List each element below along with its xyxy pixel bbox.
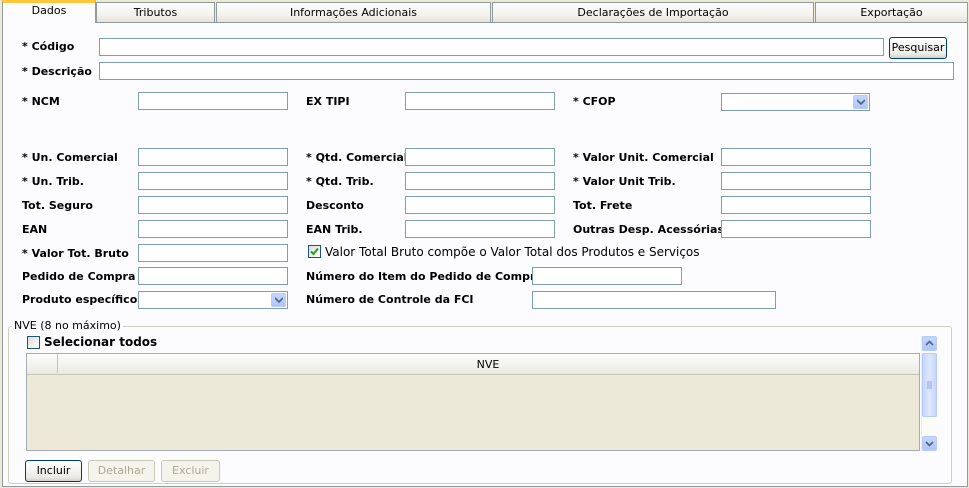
- scroll-up-button[interactable]: [922, 336, 937, 351]
- produto-especifico-label: Produto específico: [22, 293, 138, 306]
- nve-table-header: NVE: [27, 354, 919, 375]
- pesquisar-button[interactable]: Pesquisar: [889, 37, 947, 59]
- valor-unit-comercial-label: * Valor Unit. Comercial: [573, 151, 714, 164]
- numero-item-pedido-field[interactable]: [532, 267, 682, 285]
- valor-tot-bruto-label: * Valor Tot. Bruto: [22, 247, 129, 260]
- descricao-label: * Descrição: [22, 65, 92, 78]
- ncm-label: * NCM: [22, 95, 60, 108]
- chevron-down-icon: [925, 441, 934, 447]
- grip-icon: [927, 381, 932, 389]
- excluir-button[interactable]: Excluir: [161, 460, 220, 482]
- outras-desp-label: Outras Desp. Acessórias: [573, 223, 724, 236]
- ean-trib-field[interactable]: [405, 220, 555, 238]
- un-trib-field[interactable]: [138, 172, 288, 190]
- nve-column-header[interactable]: NVE: [57, 358, 919, 371]
- produto-especifico-select[interactable]: [138, 291, 288, 309]
- codigo-field[interactable]: [99, 38, 884, 56]
- un-comercial-label: * Un. Comercial: [22, 151, 118, 164]
- ncm-field[interactable]: [138, 92, 288, 110]
- cfop-select[interactable]: [721, 93, 870, 111]
- un-trib-label: * Un. Trib.: [22, 175, 84, 188]
- cfop-label: * CFOP: [573, 95, 616, 108]
- pedido-compra-label: Pedido de Compra: [22, 270, 136, 283]
- scroll-thumb[interactable]: [922, 353, 937, 417]
- tot-seguro-field[interactable]: [138, 196, 288, 214]
- ean-trib-label: EAN Trib.: [306, 223, 363, 236]
- row-header-cell: [27, 354, 58, 373]
- qtd-comercial-field[interactable]: [405, 148, 555, 166]
- detalhar-button[interactable]: Detalhar: [88, 460, 155, 482]
- valor-unit-trib-field[interactable]: [721, 172, 871, 190]
- un-comercial-field[interactable]: [138, 148, 288, 166]
- compoe-total-label[interactable]: Valor Total Bruto compõe o Valor Total d…: [325, 245, 700, 259]
- compoe-total-checkbox[interactable]: [308, 245, 321, 258]
- nve-table[interactable]: NVE: [26, 353, 920, 451]
- qtd-trib-label: * Qtd. Trib.: [306, 175, 374, 188]
- checkmark-icon: [310, 247, 319, 256]
- tot-frete-field[interactable]: [721, 196, 871, 214]
- ean-field[interactable]: [138, 220, 288, 238]
- qtd-trib-field[interactable]: [405, 172, 555, 190]
- ean-label: EAN: [22, 223, 48, 236]
- desconto-field[interactable]: [405, 196, 555, 214]
- scroll-down-button[interactable]: [922, 436, 937, 451]
- chevron-up-icon: [925, 340, 934, 346]
- tot-frete-label: Tot. Frete: [573, 199, 633, 212]
- pedido-compra-field[interactable]: [138, 267, 288, 285]
- numero-controle-fci-field[interactable]: [532, 291, 776, 309]
- numero-item-pedido-label: Número do Item do Pedido de Compra: [306, 270, 543, 283]
- valor-unit-comercial-field[interactable]: [721, 148, 871, 166]
- chevron-down-icon[interactable]: [853, 95, 868, 109]
- nve-group-title: NVE (8 no máximo): [12, 319, 123, 332]
- descricao-field[interactable]: [99, 62, 954, 80]
- codigo-label: * Código: [22, 40, 75, 53]
- desconto-label: Desconto: [306, 199, 364, 212]
- select-all-checkbox[interactable]: [27, 336, 40, 349]
- numero-controle-fci-label: Número de Controle da FCI: [306, 293, 474, 306]
- nve-scrollbar[interactable]: [921, 336, 938, 451]
- extipi-label: EX TIPI: [306, 95, 350, 108]
- chevron-down-icon[interactable]: [271, 293, 286, 307]
- extipi-field[interactable]: [405, 92, 555, 110]
- qtd-comercial-label: * Qtd. Comercial: [306, 151, 408, 164]
- valor-tot-bruto-field[interactable]: [138, 244, 288, 262]
- valor-unit-trib-label: * Valor Unit Trib.: [573, 175, 676, 188]
- outras-desp-field[interactable]: [721, 220, 871, 238]
- incluir-button[interactable]: Incluir: [25, 460, 82, 482]
- tot-seguro-label: Tot. Seguro: [22, 199, 93, 212]
- select-all-label[interactable]: Selecionar todos: [44, 335, 157, 349]
